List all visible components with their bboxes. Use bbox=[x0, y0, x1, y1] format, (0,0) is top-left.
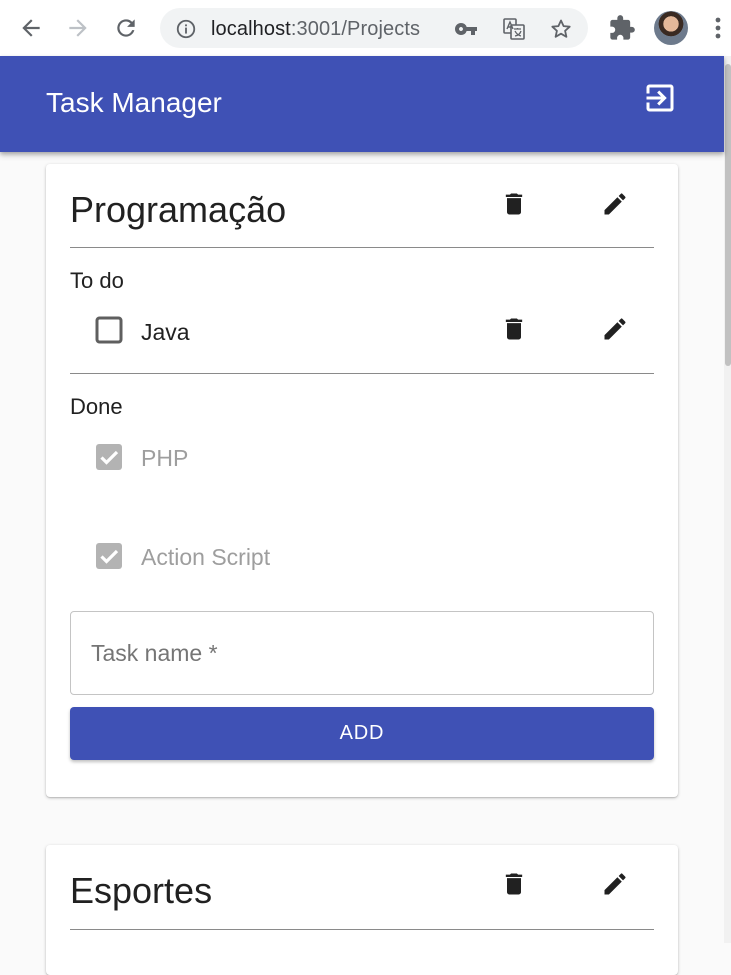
project-card: Programação To do Java Done PHP Action S… bbox=[46, 164, 678, 797]
task-label: Java bbox=[141, 319, 190, 345]
project-card: Esportes bbox=[46, 845, 678, 975]
logout-icon bbox=[646, 84, 674, 112]
logout-button[interactable] bbox=[642, 80, 678, 116]
password-key-button[interactable] bbox=[454, 17, 478, 41]
pencil-icon bbox=[604, 873, 626, 895]
reload-button[interactable] bbox=[111, 13, 141, 43]
translate-icon bbox=[503, 18, 525, 40]
delete-project-button[interactable] bbox=[490, 860, 538, 908]
task-name-input[interactable] bbox=[71, 612, 653, 694]
arrow-left-icon bbox=[22, 19, 40, 37]
trash-icon bbox=[505, 873, 523, 895]
task-label: PHP bbox=[141, 445, 189, 471]
delete-project-button[interactable] bbox=[490, 180, 538, 228]
address-bar[interactable]: localhost:3001/Projects bbox=[160, 8, 588, 48]
task-checkbox[interactable] bbox=[94, 315, 124, 345]
url-host: localhost bbox=[211, 18, 291, 40]
forward-button[interactable] bbox=[63, 13, 93, 43]
trash-icon bbox=[505, 318, 523, 340]
edit-task-button[interactable] bbox=[591, 305, 639, 353]
divider bbox=[70, 247, 654, 248]
url-text: localhost:3001/Projects bbox=[211, 18, 420, 41]
task-checkbox-checked[interactable] bbox=[94, 541, 124, 571]
key-icon bbox=[455, 23, 477, 35]
task-label: Action Script bbox=[141, 544, 271, 570]
delete-task-button[interactable] bbox=[490, 305, 538, 353]
edit-project-button[interactable] bbox=[591, 860, 639, 908]
project-title: Programação bbox=[70, 189, 287, 230]
task-name-field[interactable] bbox=[70, 611, 654, 695]
scrollbar-thumb[interactable] bbox=[725, 64, 731, 366]
bookmark-button[interactable] bbox=[549, 17, 573, 41]
kebab-menu-icon[interactable] bbox=[708, 14, 728, 42]
star-icon bbox=[551, 19, 571, 38]
info-icon[interactable] bbox=[175, 18, 197, 40]
pencil-icon bbox=[604, 193, 626, 215]
app-title: Task Manager bbox=[46, 87, 222, 118]
back-button[interactable] bbox=[16, 13, 46, 43]
url-path: :3001/Projects bbox=[290, 18, 421, 40]
divider bbox=[70, 929, 654, 930]
todo-section-label: To do bbox=[70, 268, 124, 293]
done-section-label: Done bbox=[70, 394, 123, 419]
translate-button[interactable] bbox=[502, 17, 526, 41]
app-bar: Task Manager bbox=[0, 56, 724, 152]
divider bbox=[70, 373, 654, 374]
browser-toolbar: localhost:3001/Projects bbox=[0, 0, 731, 56]
trash-icon bbox=[505, 193, 523, 215]
arrow-right-icon bbox=[69, 19, 87, 37]
task-checkbox-checked[interactable] bbox=[94, 442, 124, 472]
profile-avatar[interactable] bbox=[654, 11, 688, 45]
edit-project-button[interactable] bbox=[591, 180, 639, 228]
puzzle-icon[interactable] bbox=[608, 14, 636, 42]
project-title: Esportes bbox=[70, 870, 213, 911]
reload-icon bbox=[117, 19, 135, 37]
pencil-icon bbox=[604, 318, 626, 340]
add-task-button[interactable]: ADD bbox=[70, 707, 654, 760]
